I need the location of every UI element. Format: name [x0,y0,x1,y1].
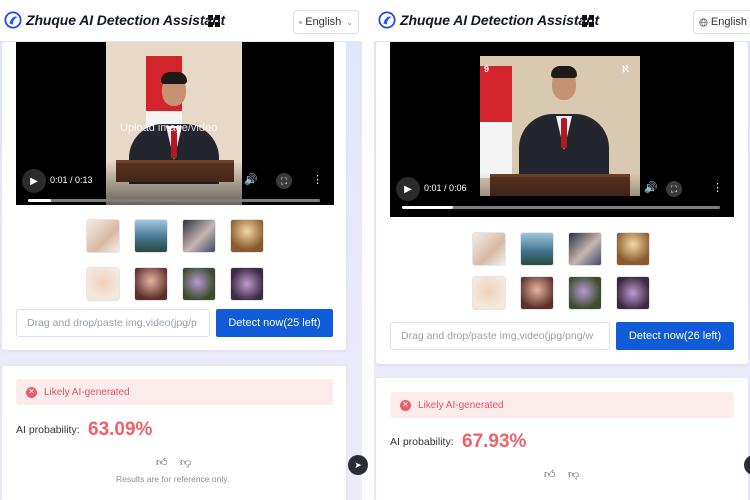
apps-grid-icon[interactable] [208,15,220,27]
upload-input[interactable]: Drag and drop/paste img,video(jpg/png/w [390,322,610,350]
speaker-figure [514,58,614,188]
thumbs-down-icon[interactable]: 👎︎ [180,456,191,469]
more-vertical-icon[interactable]: ⋮ [312,173,323,186]
reference-note: Results are for reference only. [116,474,230,484]
send-icon[interactable]: ➤ [348,455,368,475]
ai-probability-label: AI probability: [390,436,454,448]
ai-probability-value: 63.09% [88,419,153,440]
language-label: English [710,16,747,28]
banner-text: Likely AI-generated [418,399,504,411]
sample-thumbnail[interactable] [86,267,120,301]
volume-icon[interactable]: 🔊 [644,181,658,194]
video-controls: ▶ 0:01 / 0:06 🔊 ⛶ ⋮ [390,173,734,217]
sample-thumbnail[interactable] [182,219,216,253]
pane-divider [362,0,374,500]
sample-thumbnail[interactable] [520,276,554,310]
upload-input[interactable]: Drag and drop/paste img,video(jpg/p [16,309,210,337]
thumbs-up-icon[interactable]: 👍︎ [544,468,556,481]
ai-probability-value: 67.93% [462,431,527,452]
upload-card: Upload image/video ▶ 0:01 / 0:13 🔊 ⛶ ⋮ D… [2,42,346,350]
top-bar: Zhuque AI Detection Assistant English [374,0,750,42]
left-panel: Zhuque AI Detection Assistant English ⌄ [0,0,362,500]
video-time: 0:01 / 0:06 [424,183,467,193]
sample-thumbnail[interactable] [230,219,264,253]
language-select[interactable]: English ⌄ [293,10,359,34]
globe-icon [699,17,708,27]
fullscreen-icon[interactable]: ⛶ [666,181,682,197]
chevron-down-icon: ⌄ [346,17,353,27]
app-title: Zhuque AI Detection Assistant [26,12,226,28]
right-panel: Zhuque AI Detection Assistant English 9 … [374,0,750,500]
upload-overlay-text: Upload image/video [120,122,218,134]
zhuque-logo-icon [378,11,396,29]
video-player[interactable]: 9 ℵ ▶ 0:01 / 0:06 🔊 ⛶ ⋮ [390,42,734,217]
detect-now-button[interactable]: Detect now(26 left) [616,322,734,350]
thumbs-down-icon[interactable]: 👎︎ [568,468,579,481]
video-corner-label: 9 [484,64,490,74]
top-bar: Zhuque AI Detection Assistant English ⌄ [0,0,362,42]
sample-thumbnail[interactable] [616,232,650,266]
zhuque-logo-icon [4,11,22,29]
thumbs-up-icon[interactable]: 👍︎ [156,456,168,469]
volume-icon[interactable]: 🔊 [244,173,258,186]
more-vertical-icon[interactable]: ⋮ [712,181,723,194]
apps-grid-icon[interactable] [582,15,594,27]
sample-thumbnails [86,219,264,301]
ai-probability-label: AI probability: [16,424,80,436]
detect-now-button[interactable]: Detect now(25 left) [216,309,333,337]
video-progress[interactable] [28,199,320,202]
sample-thumbnail[interactable] [616,276,650,310]
result-card: ✕ Likely AI-generated AI probability: 67… [376,378,748,500]
sample-thumbnail[interactable] [472,276,506,310]
video-time: 0:01 / 0:13 [50,175,93,185]
sample-thumbnail[interactable] [230,267,264,301]
ai-generated-banner: ✕ Likely AI-generated [16,379,333,405]
sample-thumbnail[interactable] [472,232,506,266]
result-card: ✕ Likely AI-generated AI probability: 63… [2,366,346,500]
sample-thumbnail[interactable] [134,267,168,301]
sample-thumbnail[interactable] [520,232,554,266]
ai-generated-banner: ✕ Likely AI-generated [390,392,734,418]
video-watermark: ℵ [622,64,629,74]
globe-icon [299,20,303,24]
video-player[interactable]: Upload image/video ▶ 0:01 / 0:13 🔊 ⛶ ⋮ [16,42,334,205]
video-controls: ▶ 0:01 / 0:13 🔊 ⛶ ⋮ [16,161,334,205]
sample-thumbnails [472,232,650,310]
video-progress[interactable] [402,206,720,209]
sample-thumbnail[interactable] [568,232,602,266]
error-circle-icon: ✕ [26,386,37,398]
sample-thumbnail[interactable] [182,267,216,301]
play-icon[interactable]: ▶ [396,177,420,201]
fullscreen-icon[interactable]: ⛶ [276,173,292,189]
language-select[interactable]: English [693,10,750,34]
banner-text: Likely AI-generated [44,386,130,398]
flag [480,66,512,178]
upload-card: 9 ℵ ▶ 0:01 / 0:06 🔊 ⛶ ⋮ Drag and drop/pa… [376,42,748,364]
sample-thumbnail[interactable] [568,276,602,310]
app-title: Zhuque AI Detection Assistant [400,12,600,28]
language-label: English [305,16,342,28]
play-icon[interactable]: ▶ [22,169,46,193]
sample-thumbnail[interactable] [86,219,120,253]
sample-thumbnail[interactable] [134,219,168,253]
error-circle-icon: ✕ [400,399,411,411]
